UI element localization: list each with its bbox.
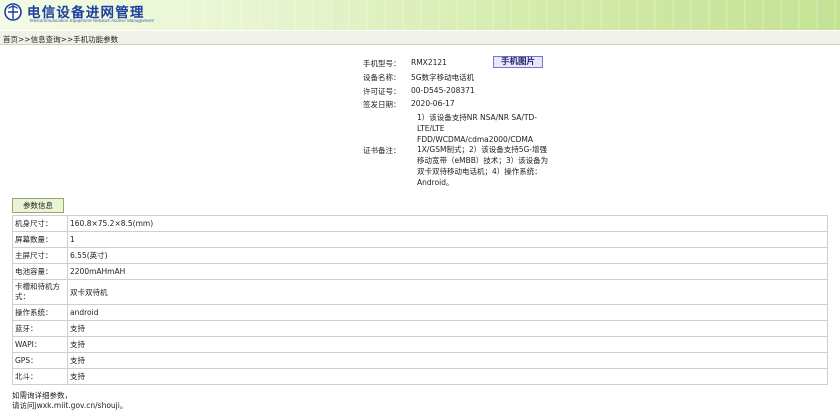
remark-line: FDD/WCDMA/cdma2000/CDMA (417, 134, 533, 144)
device-name-value: 5G数字移动电话机 (411, 73, 475, 82)
tab-params-info[interactable]: 参数信息 (12, 198, 64, 213)
remark-label: 证书备注： (363, 146, 401, 155)
model-label: 手机型号： (363, 59, 401, 68)
table-row: 蓝牙： 支持 (12, 320, 828, 337)
breadcrumb-query-link[interactable]: 信息查询 (31, 35, 61, 44)
breadcrumb-separator: >> (60, 35, 74, 44)
table-row: WAPI： 支持 (12, 336, 828, 353)
remark-line: 1X/GSM制式；2）该设备支持5G-增强 (417, 145, 548, 155)
param-key: 主屏尺寸： (12, 247, 68, 264)
param-key: WAPI： (12, 336, 68, 353)
site-subtitle: Telecommunication Equipment Network Acce… (29, 18, 154, 23)
remark-line: LTE/LTE (417, 123, 445, 133)
site-header: 电信设备进网管理 Telecommunication Equipment Net… (0, 0, 840, 30)
table-row: 屏幕数量： 1 (12, 231, 828, 248)
param-key: 蓝牙： (12, 320, 68, 337)
table-row: 主屏尺寸： 6.55(英寸) (12, 247, 828, 264)
device-name-label: 设备名称： (363, 73, 401, 82)
model-value: RMX2121 (411, 58, 447, 67)
breadcrumb: 首页>>信息查询>>手机功能参数 (3, 34, 118, 45)
table-row: 机身尺寸： 160.8×75.2×8.5(mm) (12, 215, 828, 232)
remark-text: 1）该设备支持NR NSA/NR SA/TD- LTE/LTE FDD/WCDM… (417, 113, 548, 189)
remark-line: Android。 (417, 177, 454, 187)
header-decoration (170, 0, 840, 30)
breadcrumb-home-link[interactable]: 首页 (3, 35, 18, 44)
param-value: 支持 (67, 368, 828, 385)
param-key: 电池容量： (12, 263, 68, 280)
remark-line: 1）该设备支持NR NSA/NR SA/TD- (417, 113, 537, 122)
param-value: 双卡双待机 (67, 279, 828, 305)
footer-note: 如需询详细参数， 请访问jwxk.miit.gov.cn/shouji。 (12, 391, 127, 411)
param-value: 2200mAHmAH (67, 263, 828, 280)
issue-date-label: 签发日期： (363, 100, 401, 109)
param-value: 160.8×75.2×8.5(mm) (67, 215, 828, 232)
param-value: 支持 (67, 320, 828, 337)
phone-image-button[interactable]: 手机图片 (493, 56, 543, 68)
breadcrumb-separator: >> (18, 35, 31, 44)
params-table: 机身尺寸： 160.8×75.2×8.5(mm) 屏幕数量： 1 主屏尺寸： 6… (12, 215, 828, 385)
breadcrumb-current: 手机功能参数 (73, 35, 119, 44)
remark-line: 双卡双待移动电话机；4）操作系统： (417, 166, 542, 176)
param-value: android (67, 304, 828, 321)
param-value: 1 (67, 231, 828, 248)
remark-line: 移动宽带（eMBB）技术；3）该设备为 (417, 156, 549, 166)
table-row: 操作系统： android (12, 304, 828, 321)
param-key: 屏幕数量： (12, 231, 68, 248)
param-key: 机身尺寸： (12, 215, 68, 232)
param-key: 操作系统： (12, 304, 68, 321)
telecom-logo-icon (4, 3, 22, 21)
footer-link[interactable]: 请访问jwxk.miit.gov.cn/shouji。 (12, 401, 127, 411)
license-label: 许可证号： (363, 87, 401, 96)
table-row: GPS： 支持 (12, 352, 828, 369)
footer-line: 如需询详细参数， (12, 391, 72, 400)
issue-date-value: 2020-06-17 (411, 99, 455, 108)
param-value: 6.55(英寸) (67, 247, 828, 264)
breadcrumb-bar: 首页>>信息查询>>手机功能参数 (0, 31, 840, 45)
table-row: 北斗： 支持 (12, 368, 828, 385)
table-row: 电池容量： 2200mAHmAH (12, 263, 828, 280)
param-key: GPS： (12, 352, 68, 369)
param-key: 卡槽和待机方式： (12, 279, 68, 305)
param-key: 北斗： (12, 368, 68, 385)
license-value: 00-D545-208371 (411, 86, 475, 95)
param-value: 支持 (67, 336, 828, 353)
param-value: 支持 (67, 352, 828, 369)
table-row: 卡槽和待机方式： 双卡双待机 (12, 279, 828, 305)
